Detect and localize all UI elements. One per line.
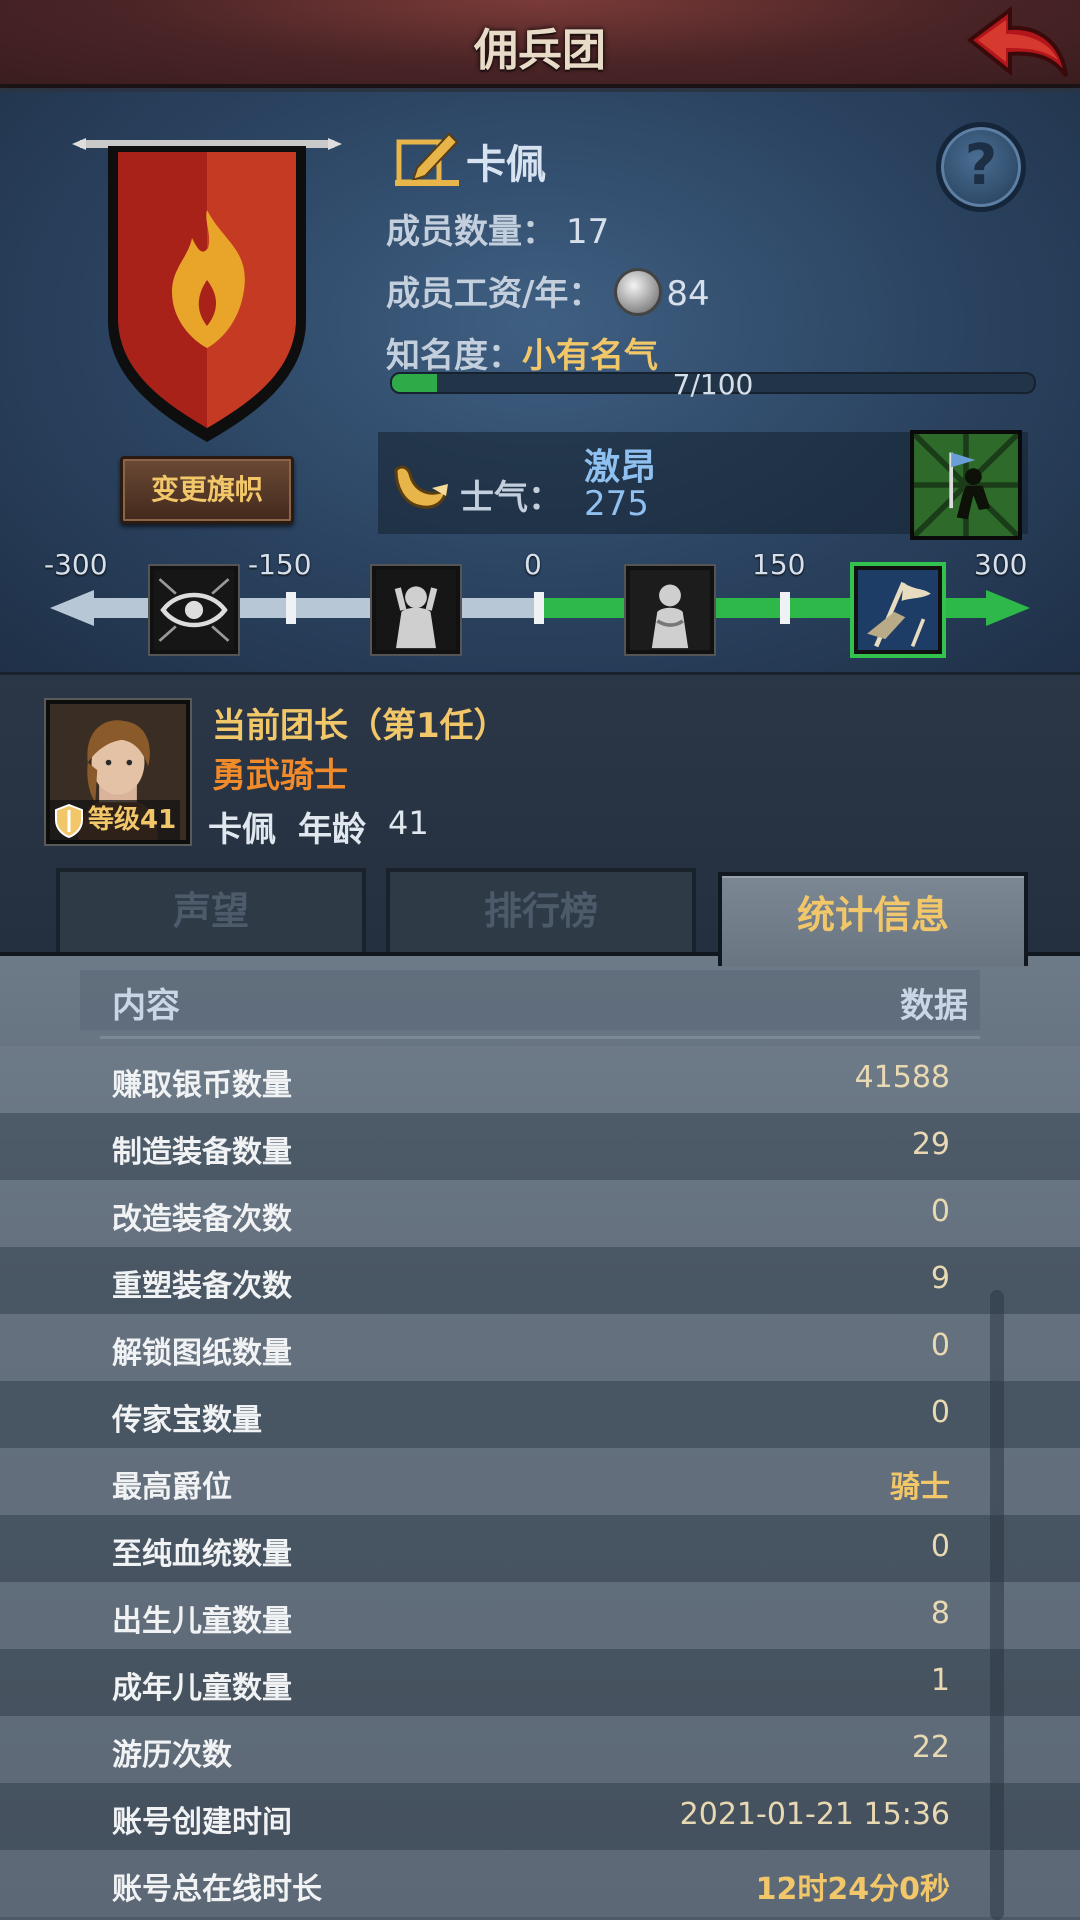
fame-progress-bar: 7/100 (390, 368, 1036, 401)
scale-tick-label: 150 (752, 548, 806, 581)
leader-level-text: 等级41 (88, 805, 177, 835)
scale-tick-label: -300 (44, 548, 108, 581)
salary-label: 成员工资/年： (386, 274, 603, 314)
table-row: 赚取银币数量 41588 (0, 1046, 1080, 1113)
table-row: 游历次数 22 (0, 1716, 1080, 1783)
help-icon[interactable]: ? (936, 122, 1026, 212)
table-row: 账号创建时间 2021-01-21 15:36 (0, 1783, 1080, 1850)
row-value: 0 (930, 1328, 950, 1363)
stats-table-header (80, 970, 980, 1030)
top-bar: 佣兵团 (0, 0, 1080, 88)
member-count-value: 17 (566, 212, 610, 252)
table-row: 解锁图纸数量 0 (0, 1314, 1080, 1381)
row-value: 0 (930, 1194, 950, 1229)
row-value: 骑士 (890, 1470, 950, 1505)
tab-statistics[interactable]: 统计信息 (718, 872, 1028, 966)
table-row: 成年儿童数量 1 (0, 1649, 1080, 1716)
row-value: 9 (930, 1261, 950, 1296)
leader-age-label: 年龄 (298, 810, 366, 850)
row-label: 成年儿童数量 (112, 1671, 292, 1706)
row-value: 22 (911, 1730, 950, 1765)
row-label: 重塑装备次数 (112, 1269, 292, 1304)
row-label: 赚取银币数量 (112, 1068, 292, 1103)
leader-title: 当前团长（第1任） (212, 706, 508, 746)
row-value: 41588 (854, 1060, 950, 1095)
back-arrow-icon[interactable] (962, 4, 1072, 84)
charge-flag-icon[interactable] (854, 566, 942, 654)
row-value: 29 (911, 1127, 950, 1162)
row-value: 12时24分0秒 (755, 1872, 950, 1907)
row-label: 账号创建时间 (112, 1805, 292, 1840)
table-row: 重塑装备次数 9 (0, 1247, 1080, 1314)
row-label: 改造装备次数 (112, 1202, 292, 1237)
page-title: 佣兵团 (474, 25, 606, 76)
salary-row: 成员工资/年： 84 (386, 266, 710, 320)
row-value: 8 (930, 1596, 950, 1631)
table-row: 账号总在线时长 12时24分0秒 (0, 1850, 1080, 1917)
leader-level-badge: 等级41 (50, 800, 181, 840)
edit-name-icon[interactable] (395, 128, 459, 188)
horn-icon (394, 465, 448, 509)
stats-divider (100, 1036, 980, 1039)
row-label: 解锁图纸数量 (112, 1336, 292, 1371)
row-label: 传家宝数量 (112, 1403, 262, 1438)
scale-tick-label: -150 (248, 548, 312, 581)
despair-figure-icon[interactable] (372, 566, 460, 654)
table-row: 最高爵位 骑士 (0, 1448, 1080, 1515)
fire-banner-icon (72, 138, 342, 442)
row-value: 0 (930, 1395, 950, 1430)
member-count-label: 成员数量： (386, 212, 556, 252)
silver-coin-icon (614, 267, 663, 316)
fame-progress-text: 7/100 (672, 368, 754, 401)
team-name: 卡佩 (466, 142, 546, 188)
stats-scrollbar[interactable] (990, 1290, 1004, 1920)
table-row: 制造装备数量 29 (0, 1113, 1080, 1180)
row-label: 最高爵位 (112, 1470, 232, 1505)
table-row: 传家宝数量 0 (0, 1381, 1080, 1448)
member-count-row: 成员数量： 17 (386, 204, 609, 253)
leader-name: 卡佩 (208, 810, 276, 850)
morale-state: 激昂 (584, 447, 657, 488)
tab-reputation[interactable]: 声望 (56, 868, 366, 952)
row-value: 2021-01-21 15:36 (679, 1797, 950, 1832)
row-label: 游历次数 (112, 1738, 232, 1773)
row-value: 0 (930, 1529, 950, 1564)
tab-leaderboard[interactable]: 排行榜 (386, 868, 696, 952)
charge-status-icon[interactable] (910, 430, 1022, 540)
shield-icon (55, 803, 83, 838)
stats-header-content: 内容 (112, 986, 180, 1026)
table-row: 出生儿童数量 8 (0, 1582, 1080, 1649)
row-label: 至纯血统数量 (112, 1537, 292, 1572)
morale-value: 275 (584, 484, 649, 524)
eye-icon[interactable] (150, 566, 238, 654)
row-label: 制造装备数量 (112, 1135, 292, 1170)
morale-label: 士气： (460, 478, 562, 518)
scale-tick-label: 0 (524, 548, 542, 581)
table-row: 至纯血统数量 0 (0, 1515, 1080, 1582)
leader-age-value: 41 (388, 804, 429, 842)
salary-value: 84 (666, 274, 710, 314)
change-banner-button[interactable]: 变更旗帜 (120, 456, 294, 524)
table-row: 改造装备次数 0 (0, 1180, 1080, 1247)
calm-figure-icon[interactable] (626, 566, 714, 654)
scale-tick-label: 300 (974, 548, 1028, 581)
row-label: 出生儿童数量 (112, 1604, 292, 1639)
row-value: 1 (930, 1663, 950, 1698)
leader-trait: 勇武骑士 (212, 756, 348, 796)
stats-header-data: 数据 (900, 986, 968, 1026)
row-label: 账号总在线时长 (112, 1872, 322, 1907)
